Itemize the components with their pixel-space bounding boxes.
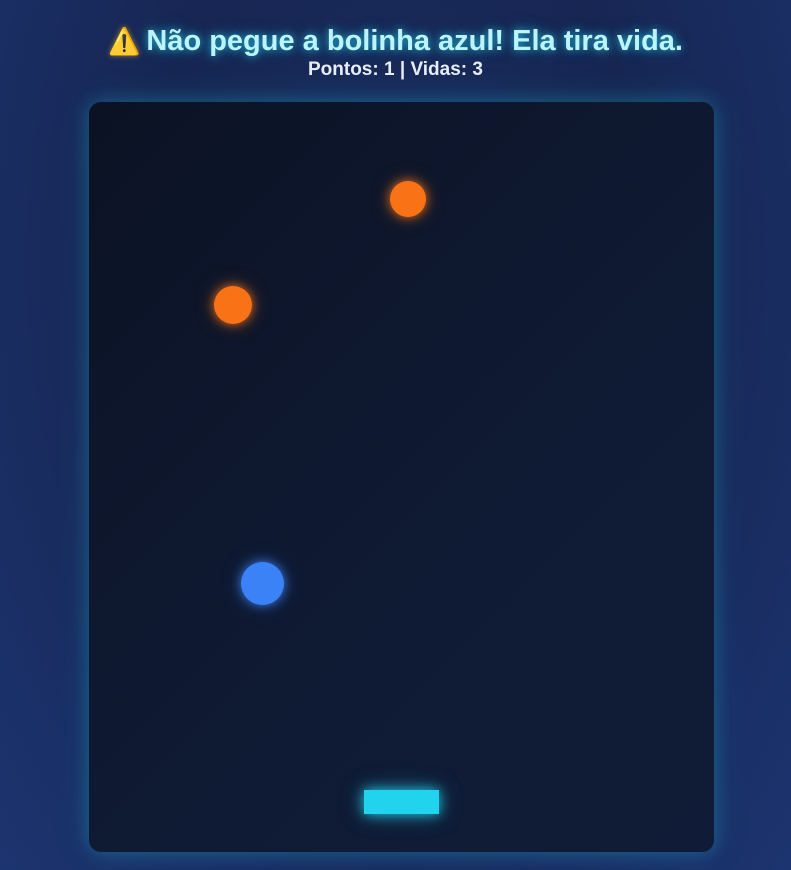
game-title: ⚠️ Não pegue a bolinha azul! Ela tira vid…: [0, 21, 791, 62]
orange-ball: [214, 286, 252, 324]
title-text: Não pegue a bolinha azul! Ela tira vida.: [146, 25, 683, 58]
lives-value: 3: [472, 59, 483, 80]
score-display: Pontos: 1 | Vidas: 3: [0, 58, 791, 82]
points-value: 1: [383, 59, 395, 80]
blue-ball: [241, 562, 284, 605]
warning-icon: ⚠️: [108, 27, 141, 58]
points-label: Pontos:: [307, 59, 379, 80]
game-board[interactable]: [89, 102, 714, 852]
lives-label: Vidas:: [410, 59, 468, 80]
score-separator: |: [399, 59, 406, 80]
player-paddle[interactable]: [364, 790, 439, 814]
orange-ball: [390, 181, 426, 217]
